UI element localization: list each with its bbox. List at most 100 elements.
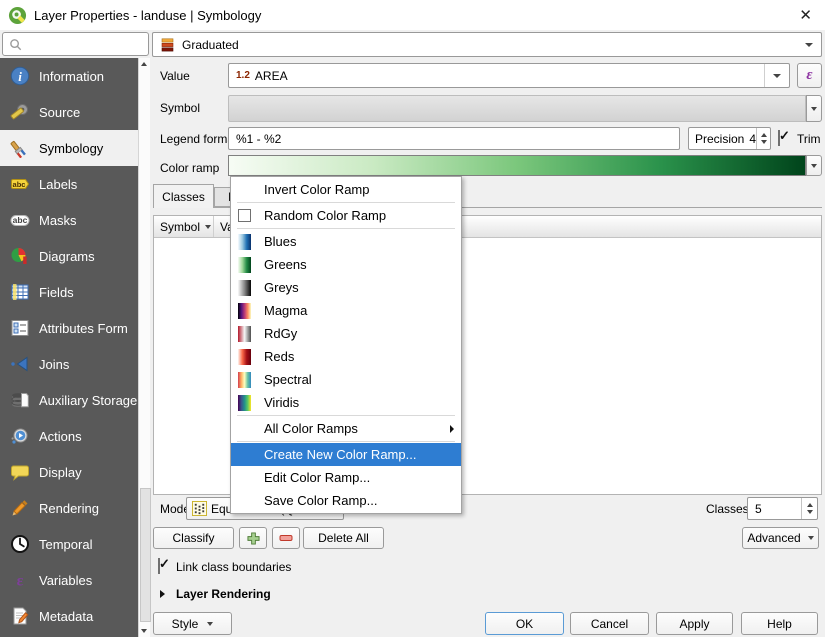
sidebar-item-label: Display [39,465,82,480]
sidebar-item-label: Labels [39,177,77,192]
menu-item-label: Magma [264,303,307,318]
column-header-symbol[interactable]: Symbol [154,216,214,237]
advanced-button[interactable]: Advanced [742,527,819,549]
chevron-down-icon [207,622,213,626]
sidebar-item-rendering[interactable]: Rendering [0,490,150,526]
tab-classes[interactable]: Classes [153,184,214,208]
sidebar-item-variables[interactable]: ε Variables [0,562,150,598]
color-ramp-dropdown-button[interactable] [806,155,822,176]
graduated-icon [161,38,175,52]
color-ramp-label: Color ramp [160,161,219,175]
menu-separator [237,441,455,442]
sidebar-scrollbar[interactable] [138,58,150,637]
sidebar-item-auxiliary-storage[interactable]: Auxiliary Storage [0,382,150,418]
delete-all-label: Delete All [318,531,369,545]
trim-checkbox[interactable] [778,130,780,146]
quantile-mode-icon [192,501,207,516]
help-label: Help [767,617,792,631]
ok-button[interactable]: OK [485,612,564,635]
classify-button[interactable]: Classify [153,527,234,549]
menu-item-greens[interactable]: Greens [231,253,461,276]
help-button[interactable]: Help [741,612,818,635]
random-ramp-checkbox[interactable] [238,209,251,222]
expression-button[interactable]: ε [797,63,822,88]
legend-format-input-wrap [228,127,680,150]
value-dropdown-button[interactable] [764,64,789,87]
remove-class-button[interactable] [272,527,300,549]
sidebar-item-metadata[interactable]: Metadata [0,598,150,634]
menu-item-save-color-ramp[interactable]: Save Color Ramp... [231,489,461,512]
sidebar-item-actions[interactable]: Actions [0,418,150,454]
renderer-combobox[interactable]: Graduated [152,32,822,57]
sidebar-item-display[interactable]: Display [0,454,150,490]
menu-item-rdgy[interactable]: RdGy [231,322,461,345]
search-icon [9,38,22,51]
sidebar-item-fields[interactable]: Fields [0,274,150,310]
scroll-down-icon[interactable] [141,629,147,633]
add-class-button[interactable] [239,527,267,549]
menu-item-magma[interactable]: Magma [231,299,461,322]
color-ramp-menu: Invert Color RampRandom Color RampBluesG… [230,176,462,514]
menu-item-reds[interactable]: Reds [231,345,461,368]
menu-item-label: Viridis [264,395,299,410]
menu-item-viridis[interactable]: Viridis [231,391,461,414]
menu-item-all-color-ramps[interactable]: All Color Ramps [231,417,461,440]
sidebar-item-temporal[interactable]: Temporal [0,526,150,562]
apply-button[interactable]: Apply [656,612,733,635]
menu-item-greys[interactable]: Greys [231,276,461,299]
search-box[interactable] [2,32,149,56]
sidebar-item-diagrams[interactable]: Diagrams [0,238,150,274]
menu-separator [237,228,455,229]
menu-item-invert-color-ramp[interactable]: Invert Color Ramp [231,178,461,201]
auxiliary-storage-icon [9,390,30,411]
sidebar-item-label: Auxiliary Storage [39,393,137,408]
layer-rendering-expander[interactable]: Layer Rendering [176,587,271,601]
link-class-boundaries-checkbox[interactable] [158,558,160,574]
menu-item-random-color-ramp[interactable]: Random Color Ramp [231,204,461,227]
delete-all-button[interactable]: Delete All [303,527,384,549]
classes-spin-buttons[interactable] [801,498,817,519]
cancel-button[interactable]: Cancel [570,612,649,635]
sidebar-item-information[interactable]: iInformation [0,58,150,94]
chevron-down-icon [808,536,814,540]
menu-item-create-new-color-ramp[interactable]: Create New Color Ramp... [231,443,461,466]
search-input[interactable] [27,37,142,51]
classes-spinbox[interactable]: 5 [747,497,818,520]
menu-item-spectral[interactable]: Spectral [231,368,461,391]
sidebar-item-label: Fields [39,285,74,300]
symbology-icon [9,138,30,159]
menu-separator [237,415,455,416]
ramp-swatch-icon [238,303,264,319]
sidebar-item-symbology[interactable]: Symbology [0,130,150,166]
sidebar-item-attributes-form[interactable]: Attributes Form [0,310,150,346]
scroll-up-icon[interactable] [141,62,147,66]
scrollbar-thumb[interactable] [140,488,151,622]
title-bar: Layer Properties - landuse | Symbology ✕ [0,0,825,30]
ramp-swatch-icon [238,395,264,411]
classes-label: Classes [706,502,749,516]
menu-item-label: RdGy [264,326,297,341]
ramp-gradient-reds [238,349,251,365]
color-ramp-bar[interactable] [228,155,806,176]
masks-icon: abc [9,210,30,231]
symbol-preview[interactable] [228,95,806,122]
sidebar-item-masks[interactable]: abcMasks [0,202,150,238]
expander-arrow-icon[interactable] [160,590,165,598]
close-icon[interactable]: ✕ [799,6,812,24]
menu-item-edit-color-ramp[interactable]: Edit Color Ramp... [231,466,461,489]
value-combobox[interactable]: 1.2 AREA [228,63,790,88]
style-button[interactable]: Style [153,612,232,635]
legend-format-input[interactable] [236,132,679,146]
precision-spin-buttons[interactable] [756,128,770,149]
variables-icon: ε [9,570,30,591]
sidebar-item-joins[interactable]: Joins [0,346,150,382]
cancel-label: Cancel [591,617,628,631]
sidebar-item-source[interactable]: Source [0,94,150,130]
symbol-dropdown-button[interactable] [806,95,822,122]
sidebar-item-label: Variables [39,573,92,588]
sidebar-item-labels[interactable]: abcLabels [0,166,150,202]
menu-item-blues[interactable]: Blues [231,230,461,253]
expression-epsilon-icon: ε [806,67,812,84]
precision-spinbox[interactable]: Precision 4 [688,127,771,150]
menu-item-label: Greys [264,280,299,295]
